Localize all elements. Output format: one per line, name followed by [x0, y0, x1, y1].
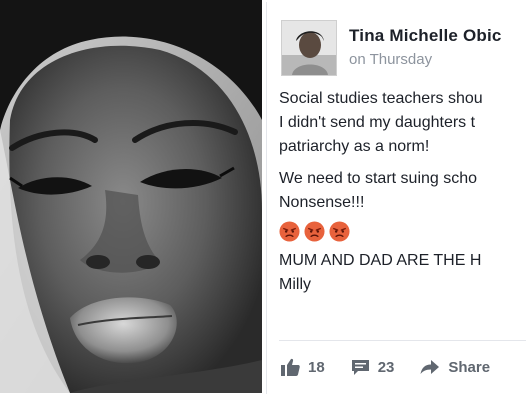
post-actions-bar: 18 23 Share: [281, 352, 516, 382]
comment-count: 23: [377, 358, 395, 376]
post-text-line: Nonsense!!!: [279, 194, 365, 211]
post-timestamp[interactable]: on Thursday: [349, 51, 432, 68]
comment-button[interactable]: 23: [351, 358, 395, 376]
screenshot-canvas: Tina Michelle Obic on Thursday Social st…: [0, 0, 526, 401]
angry-face-icon: [279, 220, 300, 242]
facebook-post: Tina Michelle Obic on Thursday Social st…: [266, 2, 526, 394]
like-count: 18: [308, 358, 325, 376]
portrait-image: [0, 0, 262, 393]
emoji-row: [279, 219, 526, 243]
post-text-line: We need to start suing scho: [279, 170, 478, 187]
post-body: Social studies teachers shou I didn't se…: [279, 87, 526, 305]
share-button[interactable]: Share: [420, 359, 490, 376]
like-button[interactable]: 18: [281, 358, 325, 376]
angry-face-icon: [304, 220, 325, 242]
post-text-line: I didn't send my daughters t: [279, 114, 476, 131]
actions-divider: [279, 340, 526, 341]
author-name[interactable]: Tina Michelle Obic: [349, 26, 502, 46]
post-paragraph-3: MUM AND DAD ARE THE H Milly: [279, 249, 526, 297]
post-text-line: Social studies teachers shou: [279, 90, 483, 107]
profile-photo: [0, 0, 262, 393]
angry-face-icon: [329, 220, 350, 242]
share-arrow-icon: [420, 360, 440, 374]
thumbs-up-icon: [281, 358, 300, 376]
post-text-line: Milly: [279, 276, 311, 293]
post-paragraph-1: Social studies teachers shou I didn't se…: [279, 87, 526, 159]
post-text-line: MUM AND DAD ARE THE H: [279, 252, 482, 269]
post-paragraph-2: We need to start suing scho Nonsense!!!: [279, 167, 526, 215]
share-label: Share: [448, 358, 491, 376]
comment-icon: [351, 359, 369, 375]
post-header: Tina Michelle Obic on Thursday: [277, 14, 526, 76]
author-avatar[interactable]: [281, 20, 337, 76]
post-text-line: patriarchy as a norm!: [279, 138, 430, 155]
